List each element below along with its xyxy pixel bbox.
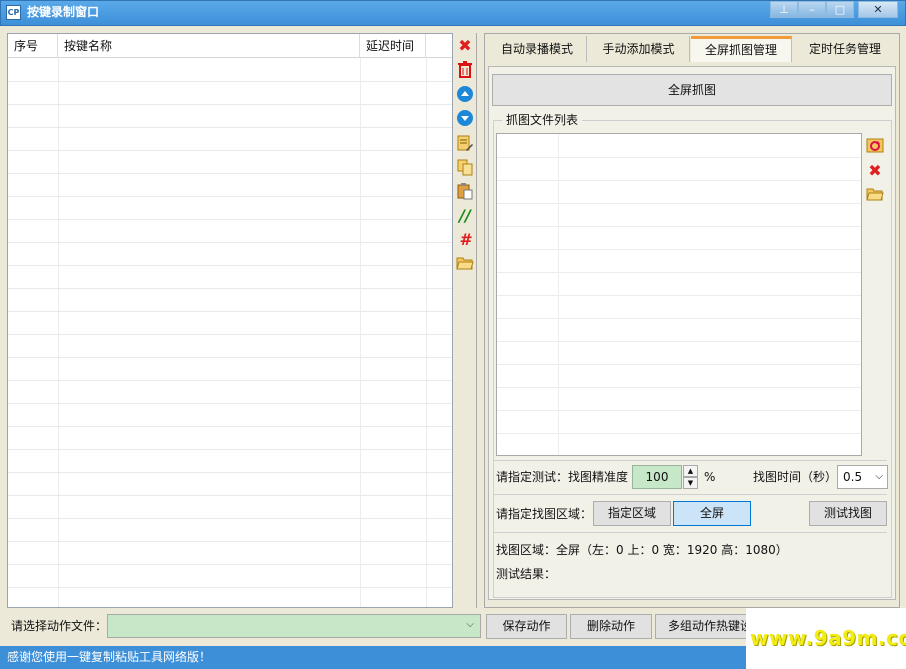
col-key-name[interactable]: 按键名称 bbox=[58, 34, 360, 58]
action-file-label: 请选择动作文件： bbox=[11, 619, 108, 633]
test-result-label: 测试结果： bbox=[496, 567, 557, 581]
list-row-line bbox=[497, 272, 861, 273]
grid-row-line bbox=[8, 219, 452, 220]
list-row-line bbox=[497, 157, 861, 158]
grid-row-line bbox=[8, 472, 452, 473]
open-folder-icon[interactable] bbox=[865, 186, 885, 206]
grid-row-line bbox=[8, 587, 452, 588]
grid-row-line bbox=[8, 311, 452, 312]
tab-manual-add[interactable]: 手动添加模式 bbox=[588, 36, 690, 62]
watermark: www.9a9m.com bbox=[750, 626, 906, 650]
move-down-icon[interactable] bbox=[455, 109, 475, 129]
list-row-line bbox=[497, 295, 861, 296]
list-row-line bbox=[497, 433, 861, 434]
grid-row-line bbox=[8, 449, 452, 450]
list-row-line bbox=[497, 226, 861, 227]
grid-row-line bbox=[8, 104, 452, 105]
grid-row-line bbox=[8, 196, 452, 197]
grid-row-line bbox=[8, 541, 452, 542]
grid-row-line bbox=[8, 564, 452, 565]
list-row-line bbox=[497, 318, 861, 319]
tab-auto-record[interactable]: 自动录播模式 bbox=[488, 36, 587, 62]
edit-icon[interactable] bbox=[455, 134, 475, 154]
list-row-line bbox=[497, 203, 861, 204]
precision-input[interactable]: 100 bbox=[632, 465, 682, 489]
close-icon: ✕ bbox=[873, 3, 883, 16]
grid-row-line bbox=[8, 334, 452, 335]
tab-scheduled-tasks[interactable]: 定时任务管理 bbox=[793, 36, 897, 62]
separator bbox=[494, 494, 887, 495]
pin-button[interactable]: ⊥ bbox=[770, 1, 798, 18]
grid-row-line bbox=[8, 242, 452, 243]
grid-row-line bbox=[8, 288, 452, 289]
fullscreen-region-button[interactable]: 全屏 bbox=[673, 501, 751, 526]
find-time-label: 找图时间（秒） bbox=[753, 470, 838, 484]
tab-fullscreen-capture[interactable]: 全屏抓图管理 bbox=[691, 36, 792, 62]
trash-icon[interactable] bbox=[455, 60, 475, 80]
separator bbox=[494, 460, 887, 461]
pin-icon: ⊥ bbox=[779, 3, 789, 16]
list-row-line bbox=[497, 341, 861, 342]
col-delay[interactable]: 延迟时间 bbox=[360, 34, 426, 58]
delete-item-icon[interactable]: ✖ bbox=[455, 36, 475, 56]
window-title: 按键录制窗口 bbox=[27, 5, 100, 19]
delete-file-icon[interactable]: ✖ bbox=[865, 161, 885, 181]
app-icon: CP bbox=[6, 5, 21, 20]
list-row-line bbox=[497, 249, 861, 250]
list-row-line bbox=[497, 180, 861, 181]
key-grid[interactable]: 序号 按键名称 延迟时间 bbox=[7, 33, 453, 608]
grid-row-line bbox=[8, 150, 452, 151]
list-row-line bbox=[497, 410, 861, 411]
region-label: 请指定找图区域： bbox=[496, 507, 593, 521]
list-row-line bbox=[497, 364, 861, 365]
capture-file-list[interactable] bbox=[496, 133, 862, 456]
fullscreen-capture-button[interactable]: 全屏抓图 bbox=[492, 74, 892, 106]
save-action-button[interactable]: 保存动作 bbox=[486, 614, 567, 639]
spin-down-icon[interactable]: ▼ bbox=[683, 477, 698, 489]
folder-icon[interactable] bbox=[455, 255, 475, 275]
delete-action-button[interactable]: 删除动作 bbox=[570, 614, 652, 639]
grid-row-line bbox=[8, 265, 452, 266]
action-file-select[interactable]: ⌵ bbox=[107, 614, 481, 638]
maximize-icon: □ bbox=[834, 3, 846, 16]
minimize-icon: – bbox=[809, 3, 815, 16]
close-button[interactable]: ✕ bbox=[858, 1, 898, 18]
list-row-line bbox=[497, 387, 861, 388]
grid-row-line bbox=[8, 173, 452, 174]
chevron-down-icon: ⌵ bbox=[875, 471, 883, 482]
test-find-button[interactable]: 测试找图 bbox=[809, 501, 887, 526]
find-time-select[interactable]: 0.5 ⌵ bbox=[837, 465, 888, 489]
move-up-icon[interactable] bbox=[455, 85, 475, 105]
grid-row-line bbox=[8, 380, 452, 381]
grid-row-line bbox=[8, 403, 452, 404]
grid-divider bbox=[360, 58, 361, 607]
grid-divider bbox=[58, 58, 59, 607]
grid-row-line bbox=[8, 518, 452, 519]
group-title: 抓图文件列表 bbox=[502, 112, 583, 128]
percent-label: % bbox=[704, 470, 716, 484]
refresh-icon[interactable] bbox=[865, 136, 885, 156]
chevron-down-icon: ⌵ bbox=[466, 619, 474, 630]
grid-row-line bbox=[8, 81, 452, 82]
paste-icon[interactable] bbox=[455, 182, 475, 202]
grid-header: 序号 按键名称 延迟时间 bbox=[8, 34, 452, 58]
grid-row-line bbox=[8, 495, 452, 496]
copy-icon[interactable] bbox=[455, 158, 475, 178]
spin-up-icon[interactable]: ▲ bbox=[683, 465, 698, 477]
grid-row-line bbox=[8, 357, 452, 358]
specify-region-button[interactable]: 指定区域 bbox=[593, 501, 671, 526]
hash-icon[interactable]: # bbox=[455, 230, 475, 250]
separator bbox=[494, 532, 887, 533]
test-precision-label: 请指定测试：找图精准度 bbox=[496, 470, 629, 484]
grid-row-line bbox=[8, 127, 452, 128]
maximize-button[interactable]: □ bbox=[826, 1, 854, 18]
col-index[interactable]: 序号 bbox=[8, 34, 58, 58]
grid-divider bbox=[426, 58, 427, 607]
region-info: 找图区域：全屏（左：0 上：0 宽：1920 高：1080） bbox=[496, 543, 788, 557]
find-time-value: 0.5 bbox=[843, 470, 863, 484]
minimize-button[interactable]: – bbox=[798, 1, 826, 18]
comment-icon[interactable]: // bbox=[455, 206, 475, 226]
grid-row-line bbox=[8, 426, 452, 427]
